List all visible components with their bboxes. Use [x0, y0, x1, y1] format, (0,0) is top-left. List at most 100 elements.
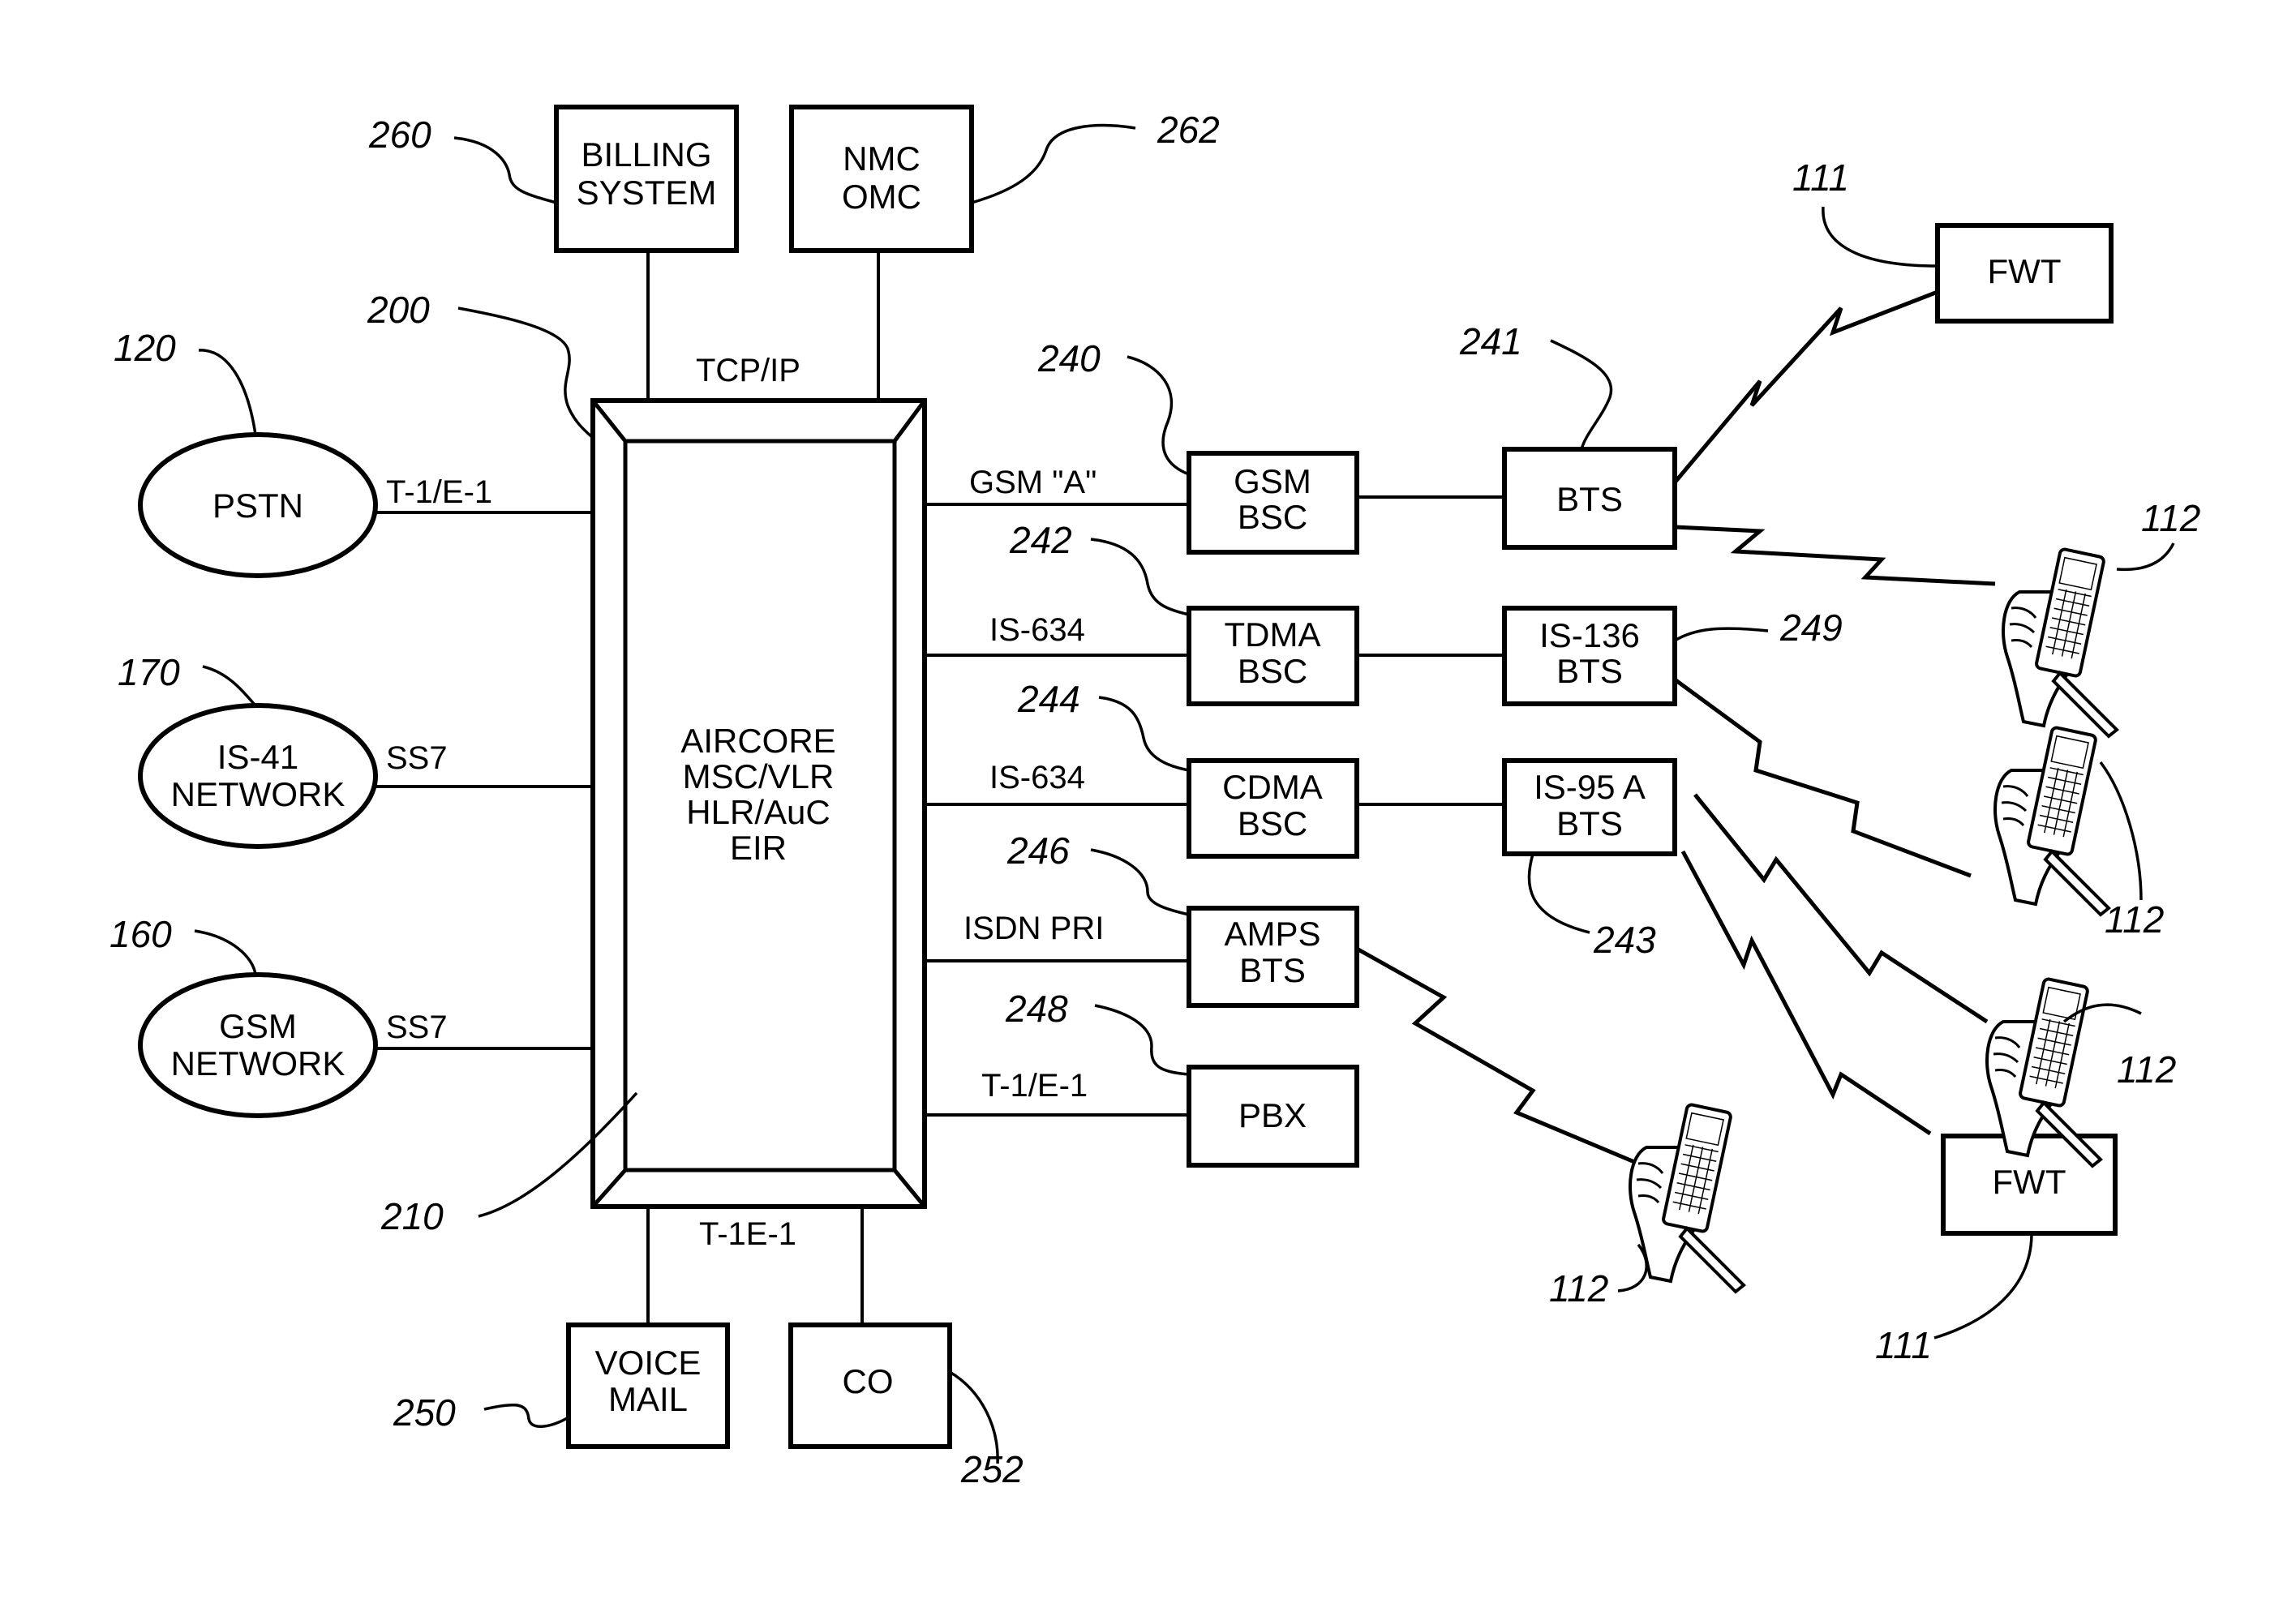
cdma-link-label: IS-634	[989, 760, 1085, 795]
is136-bts-node: IS-136 BTS	[1502, 606, 1677, 706]
cdma-bsc-line2: BSC	[1238, 804, 1307, 842]
pstn-label: PSTN	[212, 487, 303, 525]
ref-243: 243	[1593, 919, 1656, 961]
ref-241: 241	[1459, 320, 1522, 362]
amps-bts-line2: BTS	[1239, 951, 1306, 989]
ref-170: 170	[118, 651, 180, 693]
ref-248: 248	[1005, 988, 1068, 1030]
fwt-top-label: FWT	[1988, 252, 2062, 290]
leader-240	[1127, 355, 1190, 476]
leader-246	[1090, 848, 1190, 916]
pbx-link-label: T-1/E-1	[981, 1068, 1088, 1104]
tdma-bsc-line2: BSC	[1238, 652, 1307, 690]
bts-label: BTS	[1556, 480, 1623, 518]
radio-link-amps-handset	[1355, 946, 1639, 1166]
leader-243	[1527, 853, 1590, 934]
ref-111-bottom: 111	[1875, 1324, 1932, 1366]
ref-111-top: 111	[1792, 156, 1849, 199]
leader-250	[483, 1403, 569, 1429]
ref-200: 200	[367, 289, 430, 331]
ref-120: 120	[114, 327, 176, 369]
radio-link-bts-fwt	[1673, 289, 1938, 484]
nmc-omc-node: NMC OMC	[789, 105, 974, 253]
voice-mail-node: VOICE MAIL	[566, 1322, 730, 1449]
pstn-link-label: T-1/E-1	[386, 474, 492, 510]
leader-260	[453, 136, 557, 204]
leader-262	[971, 123, 1136, 204]
billing-label-line2: SYSTEM	[577, 174, 717, 212]
ref-260: 260	[368, 114, 431, 156]
ref-244: 244	[1017, 678, 1080, 720]
fwt-top-node: FWT	[1935, 223, 2114, 324]
leader-112	[2116, 542, 2175, 572]
leader-242	[1090, 538, 1190, 616]
leader-112	[2099, 761, 2143, 901]
cdma-bsc-line1: CDMA	[1222, 768, 1323, 806]
is41-label-line1: IS-41	[217, 738, 298, 776]
fwt-bottom-label: FWT	[1993, 1163, 2066, 1201]
is95a-bts-line1: IS-95 A	[1534, 768, 1646, 806]
network-diagram: BILLING SYSTEM 260 NMC OMC 262 TCP/IP AI…	[109, 105, 2200, 1490]
billing-label-line1: BILLING	[581, 135, 711, 174]
gsm-bsc-node: GSM BSC	[1187, 451, 1359, 555]
cdma-bsc-node: CDMA BSC	[1187, 758, 1359, 859]
is95a-bts-line2: BTS	[1556, 804, 1623, 842]
gsm-a-label: GSM "A"	[969, 465, 1097, 500]
tdma-link-label: IS-634	[989, 612, 1085, 648]
ref-112: 112	[2105, 898, 2164, 941]
gsm-network-label-line1: GSM	[219, 1007, 297, 1045]
leader-120	[198, 349, 257, 435]
co-label: CO	[843, 1362, 894, 1400]
radio-link-is95-handset	[1693, 793, 1989, 1024]
pbx-node: PBX	[1187, 1065, 1359, 1168]
ref-249: 249	[1779, 607, 1843, 649]
ref-112: 112	[1549, 1267, 1608, 1310]
handset-icon	[1993, 726, 2111, 917]
tcpip-label: TCP/IP	[696, 353, 800, 388]
ref-240: 240	[1037, 337, 1101, 379]
leader-244	[1098, 696, 1190, 772]
voice-mail-line2: MAIL	[608, 1380, 688, 1418]
leader-200	[457, 307, 594, 439]
leader-241	[1550, 339, 1613, 450]
ref-252: 252	[960, 1448, 1024, 1490]
isdn-pri-label: ISDN PRI	[963, 911, 1104, 946]
gsm-network-link-label: SS7	[386, 1010, 448, 1045]
tdma-bsc-node: TDMA BSC	[1187, 606, 1359, 706]
nmc-label-line2: OMC	[842, 178, 921, 216]
is41-label-line2: NETWORK	[171, 775, 345, 813]
ref-210: 210	[380, 1195, 444, 1237]
gsm-bsc-line1: GSM	[1234, 462, 1311, 500]
leader-160	[194, 929, 257, 975]
amps-bts-line1: AMPS	[1224, 915, 1320, 953]
billing-system-node: BILLING SYSTEM	[554, 105, 739, 253]
aircore-msc-node: AIRCORE MSC/VLR HLR/AuC EIR	[590, 398, 927, 1209]
aircore-line1: AIRCORE	[680, 722, 835, 760]
ref-242: 242	[1009, 519, 1072, 561]
is136-bts-line2: BTS	[1556, 652, 1623, 690]
gsm-network-label-line2: NETWORK	[171, 1044, 345, 1082]
voice-mail-line1: VOICE	[595, 1344, 702, 1382]
gsm-network-node: GSM NETWORK	[138, 972, 378, 1118]
gsm-bsc-line2: BSC	[1238, 498, 1307, 536]
is95a-bts-node: IS-95 A BTS	[1502, 758, 1677, 856]
ref-246: 246	[1006, 830, 1070, 872]
radio-link-bts-handset	[1674, 525, 1996, 586]
is41-link-label: SS7	[386, 740, 448, 776]
ref-112: 112	[2141, 497, 2200, 539]
leader-249	[1674, 627, 1769, 642]
is136-bts-line1: IS-136	[1539, 616, 1640, 654]
tdma-bsc-line1: TDMA	[1225, 615, 1321, 654]
ref-112: 112	[2117, 1048, 2176, 1091]
radio-link-is136-handset	[1673, 677, 1972, 878]
amps-bts-node: AMPS BTS	[1187, 906, 1359, 1008]
co-node: CO	[788, 1322, 952, 1449]
leader-170	[202, 665, 257, 707]
leader-248	[1094, 1004, 1190, 1076]
pstn-node: PSTN	[138, 432, 378, 578]
aircore-line2: MSC/VLR	[683, 757, 835, 795]
ref-160: 160	[109, 913, 172, 955]
nmc-label-line1: NMC	[843, 139, 921, 178]
bts-node: BTS	[1502, 447, 1677, 550]
handset-icon	[2002, 547, 2119, 739]
